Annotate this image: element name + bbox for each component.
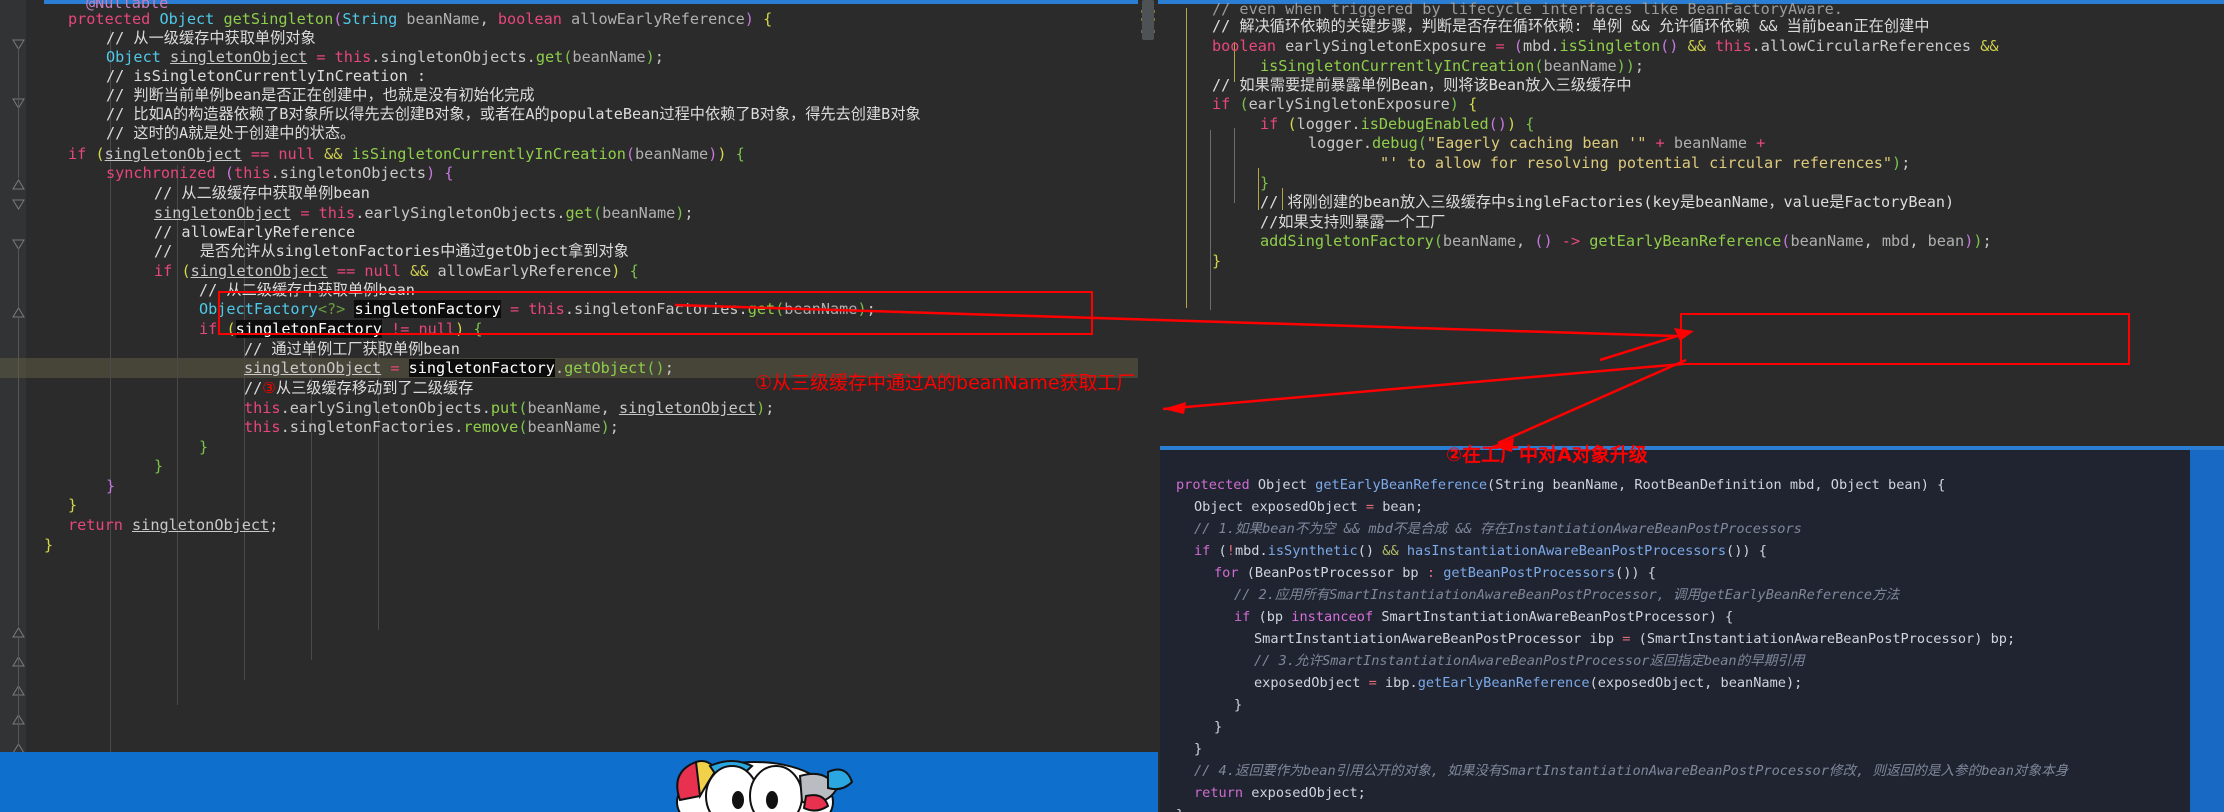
code-line[interactable]: if (singletonObject == null && allowEarl… <box>154 262 639 282</box>
code-line[interactable]: singletonObject = singletonFactory.getOb… <box>244 359 674 379</box>
fold-marker-icon[interactable] <box>12 178 25 191</box>
code-line[interactable]: if (bp instanceof SmartInstantiationAwar… <box>1234 606 1733 628</box>
annotation-note-1: ①从三级缓存中通过A的beanName获取工厂 <box>755 368 1136 395</box>
code-line[interactable]: // 2.应用所有SmartInstantiationAwareBeanPost… <box>1234 584 1899 606</box>
code-line[interactable]: // 解决循环依赖的关键步骤，判断是否存在循环依赖: 单例 && 允许循环依赖 … <box>1212 17 1929 37</box>
code-line[interactable]: this.earlySingletonObjects.put(beanName,… <box>244 399 774 419</box>
code-line[interactable]: synchronized (this.singletonObjects) { <box>106 164 454 184</box>
code-line[interactable]: } <box>154 457 163 477</box>
bottom-blue-band <box>0 752 1158 812</box>
screenshot-root: @Nullable protected Object getSingleton(… <box>0 0 2224 812</box>
code-line[interactable]: singletonObject = this.earlySingletonObj… <box>154 204 694 224</box>
code-line[interactable]: Object exposedObject = bean; <box>1194 496 1423 518</box>
left-code-lines[interactable]: @Nullable protected Object getSingleton(… <box>44 0 1158 812</box>
mascot-image <box>640 752 870 812</box>
code-line[interactable]: this.singletonFactories.remove(beanName)… <box>244 418 619 438</box>
code-line[interactable]: } <box>44 536 53 556</box>
left-gutter-fold-column[interactable] <box>26 0 44 812</box>
code-line[interactable]: // isSingletonCurrentlyInCreation : <box>106 67 426 87</box>
code-line[interactable]: // allowEarlyReference <box>154 223 355 243</box>
code-line[interactable]: SmartInstantiationAwareBeanPostProcessor… <box>1254 628 2015 650</box>
code-line[interactable]: logger.debug("Eagerly caching bean '" + … <box>1308 134 1765 154</box>
code-line[interactable]: // 4.返回要作为bean引用公开的对象, 如果没有SmartInstanti… <box>1194 760 2068 782</box>
code-line[interactable]: "' to allow for resolving potential circ… <box>1380 154 1910 174</box>
left-pane-scrollbar-thumb[interactable] <box>1142 0 1154 40</box>
code-line[interactable]: // 这时的A就是处于创建中的状态。 <box>106 124 355 144</box>
code-line[interactable]: } <box>199 438 208 458</box>
code-line[interactable]: //如果支持则暴露一个工厂 <box>1260 213 1445 233</box>
code-line[interactable]: } <box>68 496 77 516</box>
code-line[interactable]: } <box>1212 252 1221 272</box>
code-line[interactable]: return singletonObject; <box>68 516 278 536</box>
code-line[interactable]: // 判断当前单例bean是否正在创建中，也就是没有初始化完成 <box>106 86 535 106</box>
code-line[interactable]: // 将刚创建的bean放入三级缓存中singleFactories(key是b… <box>1260 193 1954 213</box>
code-line[interactable]: // 从一级缓存中获取单例对象 <box>106 29 316 49</box>
code-line[interactable]: // 比如A的构造器依赖了B对象所以得先去创建B对象，或者在A的populate… <box>106 105 921 125</box>
code-line[interactable]: } <box>1214 716 1222 738</box>
right-bottom-top-accent <box>1160 446 2224 450</box>
right-bottom-scroll-indicator[interactable] <box>2190 450 2224 812</box>
code-line[interactable]: } <box>1176 804 1184 812</box>
annotation-note-2: ②在工厂中对A对象升级 <box>1446 440 1648 467</box>
fold-marker-icon[interactable] <box>12 198 25 211</box>
code-line[interactable]: protected Object getSingleton(String bea… <box>68 10 772 30</box>
code-line[interactable]: exposedObject = ibp.getEarlyBeanReferenc… <box>1254 672 1802 694</box>
code-line[interactable]: addSingletonFactory(beanName, () -> getE… <box>1260 232 1992 252</box>
highlight-box-singleton-factory <box>218 291 1093 335</box>
right-top-editor-pane[interactable]: // even when triggered by lifecycle inte… <box>1158 0 2224 446</box>
code-line[interactable]: if (earlySingletonExposure) { <box>1212 95 1477 115</box>
code-line[interactable]: boolean earlySingletonExposure = (mbd.is… <box>1212 37 1998 57</box>
left-pane-scrollbar-track[interactable] <box>1138 0 1158 812</box>
code-line[interactable]: isSingletonCurrentlyInCreation(beanName)… <box>1260 57 1644 77</box>
code-line[interactable]: // 从二级缓存中获取单例bean <box>154 184 370 204</box>
code-line[interactable]: if (!mbd.isSynthetic() && hasInstantiati… <box>1194 540 1767 562</box>
code-line[interactable]: // 通过单例工厂获取单例bean <box>244 340 460 360</box>
highlight-box-get-early-bean-reference <box>1680 313 2130 365</box>
code-line[interactable]: } <box>1260 174 1269 194</box>
code-line[interactable]: // 是否允许从singletonFactories中通过getObject拿到… <box>154 242 629 262</box>
code-line[interactable]: // 3.允许SmartInstantiationAwareBeanPostPr… <box>1254 650 1805 672</box>
code-line[interactable]: Object singletonObject = this.singletonO… <box>106 48 664 68</box>
code-line[interactable]: if (logger.isDebugEnabled()) { <box>1260 115 1534 135</box>
code-line[interactable]: //③从三级缓存移动到了二级缓存 <box>244 379 473 399</box>
right-bottom-editor-pane[interactable]: protected Object getEarlyBeanReference(S… <box>1160 446 2224 812</box>
code-line[interactable]: if (singletonObject == null && isSinglet… <box>68 145 745 165</box>
code-line[interactable]: } <box>1234 694 1242 716</box>
left-editor-pane[interactable]: @Nullable protected Object getSingleton(… <box>0 0 1158 812</box>
code-line[interactable]: protected Object getEarlyBeanReference(S… <box>1176 474 1945 496</box>
code-line[interactable]: } <box>106 477 115 497</box>
code-line[interactable]: } <box>1194 738 1202 760</box>
code-line[interactable]: // 1.如果bean不为空 && mbd不是合成 && 存在Instantia… <box>1194 518 1802 540</box>
code-line[interactable]: for (BeanPostProcessor bp : getBeanPostP… <box>1214 562 1656 584</box>
code-line[interactable]: return exposedObject; <box>1194 782 1366 804</box>
code-line[interactable]: // 如果需要提前暴露单例Bean，则将该Bean放入三级缓存中 <box>1212 76 1632 96</box>
